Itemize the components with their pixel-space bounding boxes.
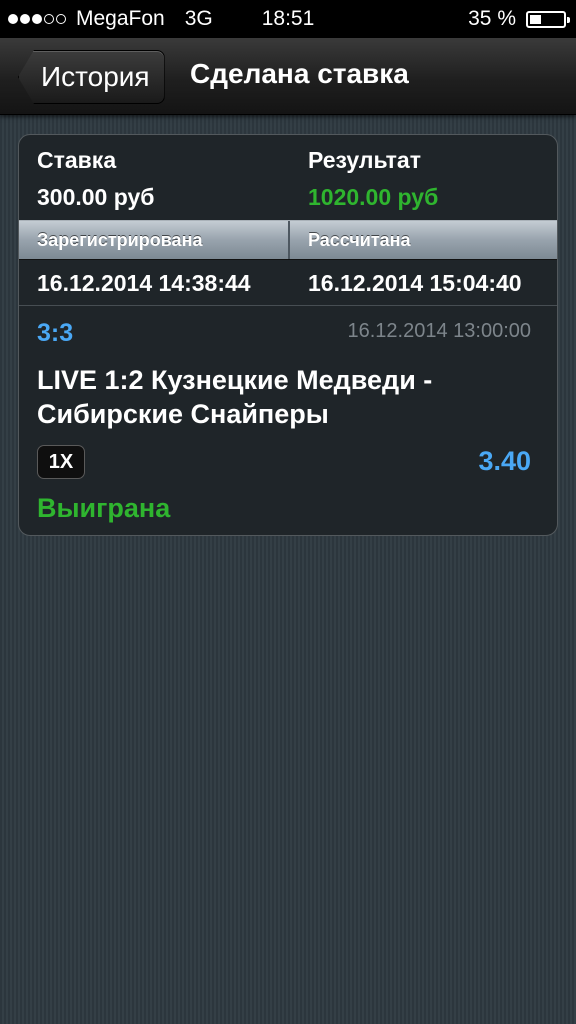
- settled-header: Рассчитана: [308, 230, 411, 250]
- battery-percent: 35 %: [468, 7, 516, 30]
- battery-nub: [567, 16, 570, 23]
- back-button[interactable]: История: [18, 50, 165, 104]
- registered-date: 16.12.2014 14:38:44: [37, 270, 251, 296]
- battery-fill: [530, 14, 542, 24]
- event-date: 16.12.2014 13:00:00: [347, 320, 531, 342]
- bet-details-card: Ставка 300.00 руб Результат 1020.00 руб …: [18, 134, 558, 536]
- result-value: 1020.00 руб: [308, 184, 439, 210]
- back-button-label: История: [41, 61, 150, 92]
- result-label: Результат: [308, 147, 421, 173]
- stake-label: Ставка: [37, 147, 117, 173]
- bet-type-badge: 1X: [37, 445, 85, 479]
- bet-status: Выиграна: [37, 493, 171, 523]
- status-bar: MegaFon 3G 18:51 35 %: [0, 0, 576, 38]
- page-title: Сделана ставка: [190, 58, 409, 89]
- event-score: 3:3: [37, 319, 74, 347]
- status-bar-right: 35 %: [468, 7, 570, 31]
- dates-row: 16.12.2014 14:38:44 16.12.2014 15:04:40: [19, 259, 557, 306]
- bet-odds: 3.40: [478, 446, 531, 476]
- settled-date: 16.12.2014 15:04:40: [308, 270, 522, 296]
- registered-header: Зарегистрирована: [37, 230, 203, 250]
- stake-value: 300.00 руб: [37, 184, 155, 210]
- battery-icon: [526, 10, 570, 28]
- header-divider: [288, 221, 290, 259]
- navigation-bar: История Сделана ставка: [0, 38, 576, 115]
- dates-header-bar: Зарегистрирована Рассчитана: [19, 220, 557, 260]
- event-name: LIVE 1:2 Кузнецкие Медведи - Сибирские С…: [37, 365, 433, 429]
- bet-summary-row: Ставка 300.00 руб Результат 1020.00 руб: [19, 135, 557, 219]
